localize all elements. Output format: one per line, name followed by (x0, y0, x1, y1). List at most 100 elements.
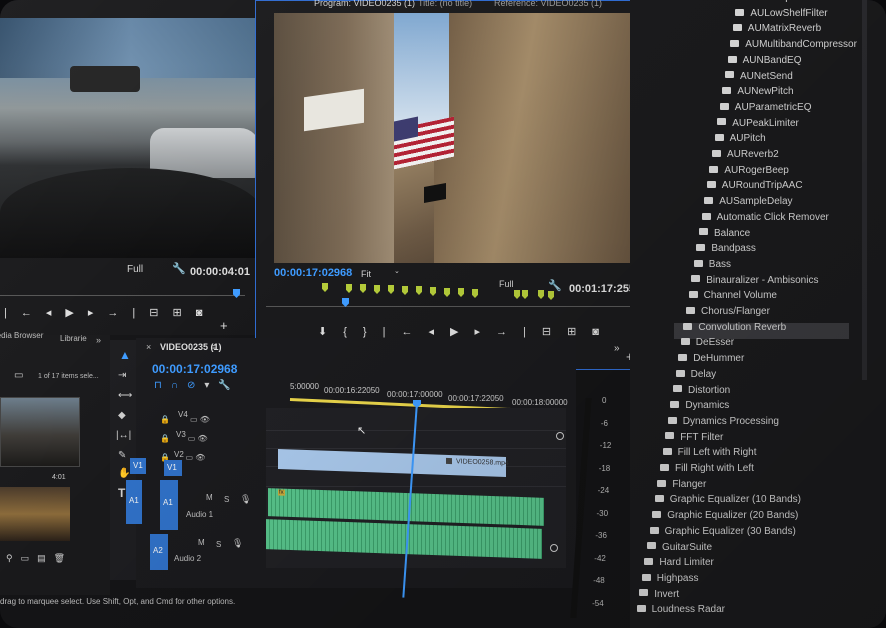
lift-icon[interactable]: ⊟ (542, 326, 567, 338)
track-target-v1[interactable]: V1 (164, 460, 182, 476)
go-to-in-icon[interactable]: |← (383, 326, 429, 338)
marker[interactable] (346, 284, 352, 293)
type-tool-icon[interactable]: T (118, 486, 125, 500)
extract-icon[interactable]: ⊞ (567, 326, 592, 338)
effect-item[interactable]: Balance (699, 228, 750, 239)
add-marker-icon[interactable]: ▾ (204, 380, 218, 391)
step-forward-icon[interactable]: ▸ (474, 326, 496, 338)
mark-in-icon[interactable]: { (343, 326, 363, 338)
step-forward-icon[interactable]: ▸ (88, 307, 108, 319)
trash-icon[interactable]: 🗑 (54, 553, 73, 563)
effect-item[interactable]: Graphic Equalizer (10 Bands) (654, 494, 801, 505)
tab-media-browser[interactable]: Media Browser (0, 331, 43, 340)
folder-icon[interactable]: ▭ (14, 370, 23, 381)
fit-select[interactable]: Fit (361, 269, 371, 279)
mark-in-icon[interactable]: |← (4, 307, 46, 319)
tab-program[interactable]: Program: VIDEO0235 (1) (314, 0, 415, 8)
play-icon[interactable]: ▶ (450, 326, 474, 338)
tab-title[interactable]: Title: (no title) (418, 0, 472, 8)
go-to-out-icon[interactable]: →| (496, 326, 542, 338)
button-editor-icon[interactable]: » (614, 343, 620, 354)
effect-item[interactable]: DeEsser (680, 337, 734, 348)
effect-item[interactable]: Convolution Reverb (683, 322, 786, 333)
razor-tool-icon[interactable]: ◆ (118, 410, 126, 421)
lock-icon[interactable]: 🔒 ▭ 👁 (160, 429, 210, 448)
effect-item[interactable]: Distortion (673, 385, 730, 396)
effect-item[interactable]: AURoundTripAAC (706, 180, 803, 191)
camera-icon[interactable]: ◙ (196, 307, 217, 319)
effect-item[interactable]: AUNBandEQ (727, 55, 802, 66)
effect-item[interactable]: AUPitch (714, 133, 766, 144)
mute-button[interactable]: M (198, 538, 205, 547)
source-patch-a1[interactable]: A1 (126, 480, 142, 524)
marker[interactable] (322, 283, 328, 292)
source-scrubber[interactable] (0, 295, 245, 296)
insert-icon[interactable]: ⊟ (149, 307, 172, 319)
effect-item[interactable]: Binauralizer - Ambisonics (691, 275, 818, 286)
effect-item[interactable]: AUParametricEQ (719, 102, 811, 113)
nest-icon[interactable]: ⊓ (154, 380, 171, 391)
effect-item[interactable]: Dynamics (670, 400, 729, 411)
search-icon[interactable]: ⚲ (6, 553, 21, 563)
linked-icon[interactable]: ⊘ (187, 380, 204, 391)
clip-thumbnail[interactable] (0, 397, 80, 467)
effect-item[interactable]: Hard Limiter (644, 557, 714, 568)
marker[interactable] (416, 286, 422, 295)
marker[interactable] (548, 291, 554, 300)
mark-out-icon[interactable]: } (363, 326, 383, 338)
panel-menu-icon[interactable]: ≡ (212, 342, 217, 352)
program-scrubber[interactable] (266, 306, 646, 307)
time-ruler[interactable]: 5:00000 00:00:16:22050 00:00:17:00000 00… (286, 382, 576, 412)
marker[interactable] (472, 289, 478, 298)
effect-item[interactable]: AUMatrixReverb (732, 23, 821, 34)
camera-icon[interactable]: ◙ (592, 326, 615, 338)
effect-item[interactable]: Channel Volume (688, 290, 777, 301)
ripple-tool-icon[interactable]: ⟷ (118, 390, 132, 401)
track-select-tool-icon[interactable]: ⇥ (118, 370, 126, 381)
clip-thumbnail[interactable] (0, 487, 70, 541)
effect-item[interactable]: Graphic Equalizer (30 Bands) (649, 526, 796, 537)
overwrite-icon[interactable]: ⊞ (172, 307, 195, 319)
snap-icon[interactable]: ∩ (171, 380, 187, 391)
marker[interactable] (514, 290, 520, 299)
timeline-timecode[interactable]: 00:00:17:02968 (152, 362, 237, 376)
source-zoom-select[interactable]: Full (127, 264, 143, 275)
marker[interactable] (360, 284, 366, 293)
effect-item[interactable]: DeHummer (678, 353, 744, 364)
marker[interactable] (388, 285, 394, 294)
source-playhead[interactable] (233, 289, 240, 298)
marker[interactable] (538, 290, 544, 299)
step-back-icon[interactable]: ◂ (46, 307, 66, 319)
effect-item[interactable]: GuitarSuite (647, 542, 712, 553)
effect-item[interactable]: AULowpass (738, 0, 806, 3)
effect-item[interactable]: AUReverb2 (712, 149, 779, 160)
chevron-down-icon[interactable]: ⌄ (394, 267, 400, 275)
effect-item[interactable]: Chorus/Flanger (686, 306, 770, 317)
effect-item[interactable]: Invert (639, 589, 679, 600)
scroll-handle[interactable] (550, 544, 558, 552)
program-current-timecode[interactable]: 00:00:17:02968 (274, 267, 352, 279)
solo-button[interactable]: S (224, 495, 229, 504)
mark-out-icon[interactable]: →| (107, 307, 149, 319)
solo-button[interactable]: S (216, 540, 221, 549)
wrench-icon[interactable]: 🔧 (172, 262, 186, 275)
effect-item[interactable]: Fill Left with Right (662, 447, 757, 458)
marker[interactable] (430, 287, 436, 296)
effect-item[interactable]: FFT Filter (665, 432, 723, 443)
tab-reference[interactable]: Reference: VIDEO0235 (1) (494, 0, 602, 8)
marker[interactable] (458, 288, 464, 297)
step-back-icon[interactable]: ◂ (428, 326, 450, 338)
mute-button[interactable]: M (206, 493, 213, 502)
slip-tool-icon[interactable]: |↔| (116, 430, 131, 441)
marker[interactable] (444, 288, 450, 297)
effect-item[interactable]: AULowShelfFilter (735, 8, 828, 19)
track-target-a2[interactable]: A2 (150, 534, 168, 570)
effect-item[interactable]: Bass (693, 259, 731, 270)
effects-scrollbar[interactable] (862, 0, 867, 380)
effect-item[interactable]: AUSampleDelay (704, 196, 793, 207)
effect-item[interactable]: Bandpass (696, 243, 756, 254)
add-marker-icon[interactable]: ⬇ (318, 326, 343, 338)
effect-item[interactable]: AUPeakLimiter (717, 118, 799, 129)
effect-item[interactable]: Flanger (657, 479, 706, 490)
scroll-handle[interactable] (556, 432, 564, 440)
